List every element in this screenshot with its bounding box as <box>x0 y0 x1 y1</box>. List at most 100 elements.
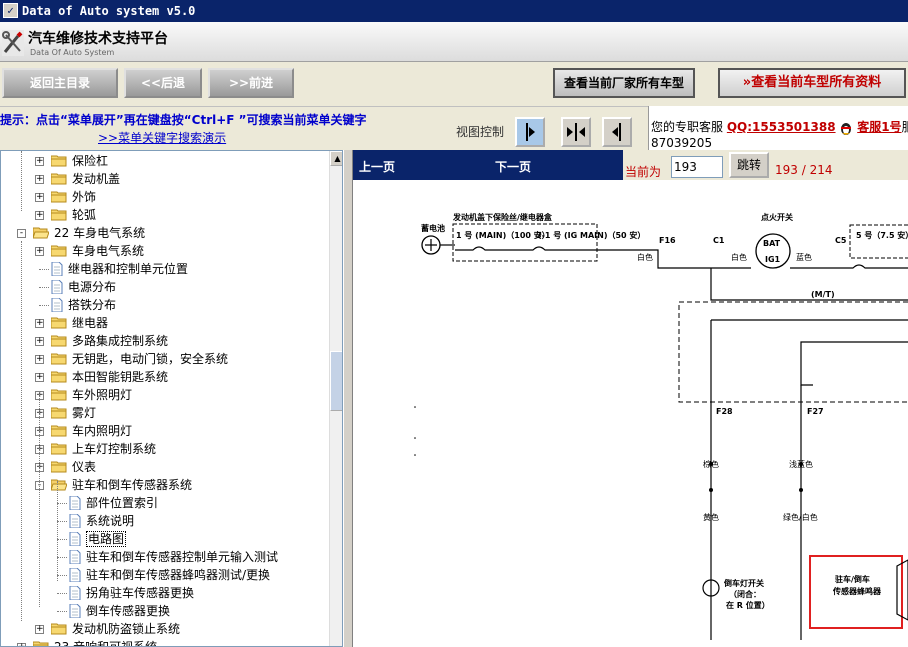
tree-item-label: 驻车和倒车传感器系统 <box>72 478 193 492</box>
tree-item[interactable]: 倒车传感器更换 <box>1 602 327 620</box>
page-number-input[interactable] <box>671 156 723 178</box>
tree-item[interactable]: + 车身电气系统 <box>1 242 327 260</box>
tree-guide-line <box>39 391 40 607</box>
parking-sensor-label-1: 驻车/倒车 <box>835 574 870 584</box>
tree-item-label: 驻车和倒车传感器蜂鸣器测试/更换 <box>86 568 271 582</box>
collapse-icon[interactable]: - <box>17 229 26 238</box>
tree-item[interactable]: + 多路集成控制系统 <box>1 332 327 350</box>
tree-guide-line <box>21 151 22 211</box>
tree-item[interactable]: + 雾灯 <box>1 404 327 422</box>
folder-icon <box>51 389 67 401</box>
tree-item[interactable]: +23 音响和可视系统 <box>1 638 327 646</box>
wiring-diagram: 蓄电池 发动机盖下保险丝/继电器盒 1 号 (MAIN)（100 安） 3-1 … <box>414 212 908 640</box>
search-demo-link[interactable]: >>菜单关键字搜索演示 <box>98 129 226 146</box>
tree-item[interactable]: 系统说明 <box>1 512 327 530</box>
tree-item-label: 多路集成控制系统 <box>72 334 169 348</box>
expand-icon[interactable]: + <box>35 625 44 634</box>
tree-item[interactable]: + 轮弧 <box>1 206 327 224</box>
connector-f16-label: F16 <box>659 236 676 245</box>
document-icon <box>51 298 63 312</box>
reverse-switch-label: 倒车灯开关 <box>723 578 764 588</box>
tree-item[interactable]: 拐角驻车传感器更换 <box>1 584 327 602</box>
service-agent-link[interactable]: 客服1号 <box>857 120 901 134</box>
tree-connector <box>57 557 67 558</box>
page-jump-bar: 当前为 跳转 193 / 214 <box>623 150 908 180</box>
tree-item[interactable]: + 车内照明灯 <box>1 422 327 440</box>
scroll-up-icon[interactable]: ▲ <box>330 151 342 166</box>
platform-title: 汽车维修技术支持平台 <box>28 31 168 47</box>
view-all-data-label: 查看当前车型所有资料 <box>751 75 882 90</box>
tree-guide-line <box>21 241 22 621</box>
tree-item[interactable]: 部件位置索引 <box>1 494 327 512</box>
pane-splitter[interactable] <box>343 150 353 647</box>
current-page-label: 当前为 <box>625 165 662 179</box>
expand-icon[interactable]: + <box>35 355 44 364</box>
jump-button[interactable]: 跳转 <box>729 152 769 178</box>
next-page-button[interactable]: 下一页 <box>495 158 531 175</box>
tree-item[interactable]: + 保险杠 <box>1 152 327 170</box>
tree-item-label: 22 车身电气系统 <box>54 226 146 240</box>
tree-item-label: 轮弧 <box>72 208 97 222</box>
tree-item[interactable]: 电路图 <box>1 530 327 548</box>
app-icon: ✓ <box>3 3 18 18</box>
tree-item[interactable]: 搭铁分布 <box>1 296 327 314</box>
expand-icon[interactable]: + <box>17 643 26 646</box>
view-all-data-button[interactable]: »查看当前车型所有资料 <box>718 68 906 98</box>
expand-icon[interactable]: + <box>35 211 44 220</box>
tree-item[interactable]: + 无钥匙，电动门锁，安全系统 <box>1 350 327 368</box>
service-line: 您的专职客服 QQ:1553501388 客服1号服 <box>651 118 908 135</box>
tree-item[interactable]: + 上车灯控制系统 <box>1 440 327 458</box>
tree-item[interactable]: + 发动机防盗锁止系统 <box>1 620 327 638</box>
split-center-icon <box>567 123 585 141</box>
tree-item[interactable]: - 驻车和倒车传感器系统 <box>1 476 327 494</box>
tree-item[interactable]: 驻车和倒车传感器控制单元输入测试 <box>1 548 327 566</box>
connector-f27-label: F27 <box>807 407 824 416</box>
expand-icon[interactable]: + <box>35 157 44 166</box>
view-split-button[interactable] <box>561 117 591 147</box>
window-titlebar: ✓ Data of Auto system v5.0 <box>0 0 908 22</box>
tree-item-label: 仪表 <box>72 460 97 474</box>
tree-item[interactable]: 驻车和倒车传感器蜂鸣器测试/更换 <box>1 566 327 584</box>
tree-item[interactable]: - 22 车身电气系统 <box>1 224 327 242</box>
tree-item[interactable]: 电源分布 <box>1 278 327 296</box>
expand-icon[interactable]: + <box>35 193 44 202</box>
scroll-thumb[interactable] <box>330 351 342 411</box>
view-tree-button[interactable] <box>515 117 545 147</box>
wire-green-white: 绿色/白色 <box>783 512 818 522</box>
view-content-button[interactable] <box>602 117 632 147</box>
tree-item[interactable]: + 发动机盖 <box>1 170 327 188</box>
ig1-terminal-label: IG1 <box>765 255 781 264</box>
folder-icon <box>51 407 67 419</box>
view-control-label: 视图控制 <box>456 125 505 139</box>
page-nav-bar: 上一页 下一页 <box>353 150 623 180</box>
back-button[interactable]: <<后退 <box>124 68 202 98</box>
tree-connector <box>39 269 49 270</box>
document-icon <box>69 586 81 600</box>
tree-item[interactable]: 继电器和控制单元位置 <box>1 260 327 278</box>
expand-icon[interactable]: + <box>35 175 44 184</box>
tree-item[interactable]: + 车外照明灯 <box>1 386 327 404</box>
tree-item-label: 上车灯控制系统 <box>72 442 157 456</box>
folder-icon <box>51 317 67 329</box>
view-all-models-button[interactable]: 查看当前厂家所有车型 <box>553 68 695 98</box>
tree-item[interactable]: + 本田智能钥匙系统 <box>1 368 327 386</box>
bat-terminal-label: BAT <box>763 239 781 248</box>
tree-item[interactable]: + 外饰 <box>1 188 327 206</box>
folder-icon <box>51 443 67 455</box>
qq-link[interactable]: QQ:1553501388 <box>727 120 836 134</box>
double-chevron-icon: » <box>742 75 752 90</box>
document-icon <box>51 262 63 276</box>
tree-connector <box>39 305 49 306</box>
prev-page-button[interactable]: 上一页 <box>359 158 395 175</box>
tree-item[interactable]: + 仪表 <box>1 458 327 476</box>
expand-icon[interactable]: + <box>35 319 44 328</box>
tree-item-label: 搭铁分布 <box>68 298 117 312</box>
tree-scrollbar[interactable]: ▲ <box>329 151 342 646</box>
tree-item[interactable]: + 继电器 <box>1 314 327 332</box>
expand-icon[interactable]: + <box>35 247 44 256</box>
ignition-switch-label: 点火开关 <box>761 212 793 222</box>
expand-icon[interactable]: + <box>35 337 44 346</box>
back-to-home-button[interactable]: 返回主目录 <box>2 68 118 98</box>
expand-icon[interactable]: + <box>35 373 44 382</box>
forward-button[interactable]: >>前进 <box>208 68 294 98</box>
